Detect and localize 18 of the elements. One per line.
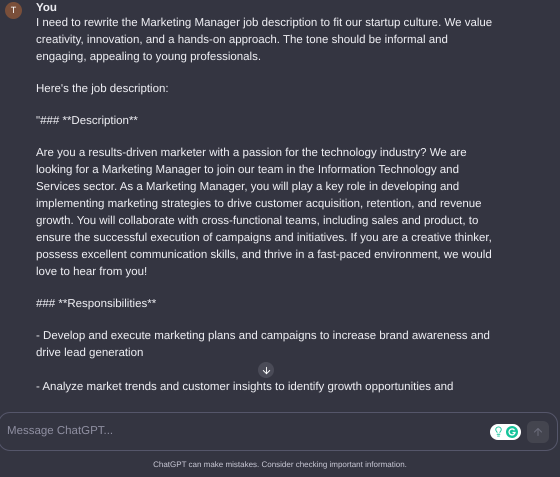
message-paragraph: Are you a results-driven marketer with a passion for the technology industry? We are looking for a Marketing Manager to join our team in the Information Technology and Services sector. As a Marketing Manager, you will play a key role in developing and implementing marketing strategies to drive customer acquisition, retention, and revenue growth. You will collaborate with cross-functional teams, including sales and product, to ensure the successful execution of campaigns and initiatives. If you are a creative thinker, possess excellent communication skills, and thrive in a fast-paced environment, we would love to hear from you! bbox=[36, 146, 493, 280]
disclaimer-text: ChatGPT can make mistakes. Consider checking important information. bbox=[152, 459, 408, 471]
message-input[interactable]: Message ChatGPT... bbox=[0, 412, 558, 451]
bullet-item: - Develop and execute marketing plans and campaigns to increase brand awareness and drive lead generation bbox=[36, 329, 491, 361]
lightbulb-icon bbox=[493, 426, 504, 437]
avatar: T bbox=[5, 2, 22, 19]
author-name: You bbox=[36, 1, 58, 15]
scroll-down-button[interactable] bbox=[258, 362, 274, 378]
message-paragraph: "### **Description** bbox=[36, 114, 139, 129]
bullet-item: - Analyze market trends and customer insights to identify growth opportunities and bbox=[36, 380, 454, 395]
circle-g-icon bbox=[506, 426, 518, 438]
message-paragraph: Here's the job description: bbox=[36, 82, 170, 97]
message-paragraph: ### **Responsibilities** bbox=[36, 297, 158, 312]
extension-badge[interactable] bbox=[490, 424, 521, 440]
arrow-down-icon bbox=[260, 364, 272, 376]
message-paragraph: I need to rewrite the Marketing Manager job description to fit our startup culture. We value creativity, innovation, and a hands-on approach. The tone should be informal and engaging, appealing to young professionals. bbox=[36, 16, 494, 65]
arrow-up-icon bbox=[532, 426, 544, 438]
message-field[interactable]: Message ChatGPT... bbox=[7, 422, 484, 440]
